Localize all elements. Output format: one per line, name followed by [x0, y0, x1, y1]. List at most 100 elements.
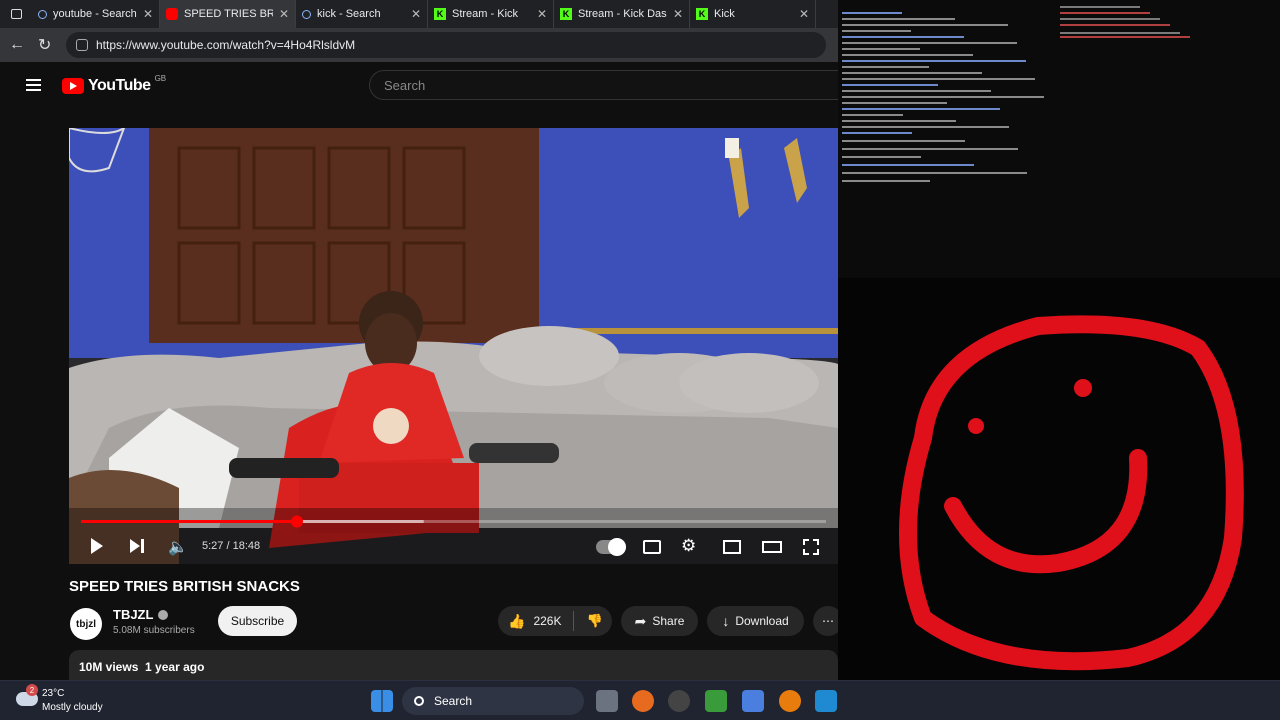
smiley-stream-frame — [838, 278, 1280, 680]
video-player[interactable] — [69, 128, 838, 564]
minecraft-icon[interactable] — [705, 690, 727, 712]
download-icon: ↓ — [722, 613, 730, 629]
windows-start-icon[interactable] — [371, 690, 393, 712]
chat-line — [842, 172, 1027, 174]
wooden-door — [149, 128, 539, 343]
chat-line — [842, 30, 911, 32]
channel-name[interactable]: TBJZL — [113, 607, 169, 622]
next-icon[interactable] — [130, 539, 140, 553]
chat-line — [842, 108, 1000, 110]
tab-close-icon[interactable]: ✕ — [673, 7, 683, 21]
theater-mode-icon[interactable] — [762, 541, 782, 553]
dislike-button[interactable]: 👎 — [574, 613, 602, 629]
youtube-page: YouTube GB Search 🔈 5:27 / 18:48 ⚙ SPEED… — [0, 62, 838, 680]
firefox-icon[interactable] — [632, 690, 654, 712]
tab-close-icon[interactable]: ✕ — [799, 7, 809, 21]
task-view-icon[interactable] — [596, 690, 618, 712]
browser-tab-bar: youtube - Search✕SPEED TRIES BRIT✕kick -… — [0, 0, 838, 28]
chat-line — [842, 102, 947, 104]
browser-tab[interactable]: SPEED TRIES BRIT ✕ — [160, 0, 296, 28]
subscribe-button[interactable]: Subscribe — [218, 606, 297, 636]
blender-icon[interactable] — [779, 690, 801, 712]
tab-close-icon[interactable]: ✕ — [279, 7, 289, 21]
like-dislike-group: 👍 226K 👎 — [498, 606, 612, 636]
menu-icon[interactable] — [26, 79, 41, 91]
chat-line — [842, 90, 991, 92]
smiley-drawing — [899, 315, 1244, 671]
video-frame — [69, 128, 838, 564]
tab-title: Stream - Kick — [452, 8, 519, 20]
url-field[interactable]: https://www.youtube.com/watch?v=4Ho4Rlsl… — [66, 32, 826, 58]
chat-line — [1060, 6, 1140, 8]
more-actions-button[interactable]: ⋯ — [813, 606, 838, 636]
weather-widget[interactable]: 2 23°C Mostly cloudy — [16, 684, 126, 718]
vscode-icon[interactable] — [815, 690, 837, 712]
tab-title: Stream - Kick Das — [578, 8, 667, 20]
autoplay-toggle-icon[interactable] — [596, 538, 626, 556]
progress-played — [81, 520, 297, 523]
youtube-logo-text: YouTube — [88, 77, 151, 94]
chat-line — [1060, 24, 1170, 26]
volume-icon[interactable]: 🔈 — [168, 537, 188, 557]
share-label: Share — [652, 614, 685, 628]
chat-line — [842, 180, 930, 182]
tab-close-icon[interactable]: ✕ — [411, 7, 421, 21]
kick-icon: K — [696, 8, 708, 20]
youtube-play-logo-icon — [62, 78, 84, 94]
chat-line — [842, 36, 964, 38]
tab-close-icon[interactable]: ✕ — [537, 7, 547, 21]
fullscreen-icon[interactable] — [803, 539, 819, 555]
play-icon[interactable] — [91, 538, 103, 554]
player-controls: 🔈 5:27 / 18:48 ⚙ — [69, 514, 838, 564]
chat-line — [842, 54, 973, 56]
chat-line — [842, 156, 921, 158]
search-icon — [38, 9, 47, 19]
tab-title: SPEED TRIES BRIT — [184, 8, 273, 20]
like-button[interactable]: 👍 226K — [498, 611, 575, 631]
description-box[interactable]: 10M views 1 year ago — [69, 650, 838, 680]
back-icon[interactable]: ← — [9, 36, 25, 54]
youtube-logo[interactable]: YouTube GB — [62, 73, 167, 95]
chat-log-lines — [842, 6, 1190, 182]
thumbs-down-icon: 👎 — [586, 613, 603, 628]
site-info-icon[interactable] — [76, 39, 88, 51]
youtube-icon — [166, 8, 178, 20]
download-button[interactable]: ↓ Download — [707, 606, 804, 636]
settings-gear-icon[interactable]: ⚙ — [681, 536, 696, 556]
weather-badge: 2 — [26, 684, 38, 696]
taskbar-search-label: Search — [434, 694, 473, 708]
tab-overview-icon — [10, 9, 22, 19]
region-code: GB — [154, 73, 167, 83]
channel-name-text: TBJZL — [113, 607, 154, 622]
obs-icon[interactable] — [668, 690, 690, 712]
chat-line — [842, 66, 929, 68]
browser-tab[interactable]: youtube - Search ✕ — [32, 0, 160, 28]
tab-close-icon[interactable]: ✕ — [143, 7, 153, 21]
miniplayer-icon[interactable] — [723, 540, 741, 554]
browser-tab[interactable]: K Stream - Kick ✕ — [428, 0, 554, 28]
tab-title: kick - Search — [317, 8, 381, 20]
chat-line — [842, 84, 938, 86]
reload-icon[interactable]: ↻ — [38, 35, 51, 55]
channel-avatar[interactable]: tbjzl — [70, 608, 102, 640]
browser-tab[interactable]: kick - Search ✕ — [296, 0, 428, 28]
chat-line — [842, 48, 920, 50]
share-button[interactable]: ➦ Share — [621, 606, 698, 636]
chat-line — [842, 60, 1026, 62]
browser-tab[interactable]: K Kick ✕ — [690, 0, 816, 28]
chat-line — [842, 96, 1044, 98]
time-display: 5:27 / 18:48 — [202, 540, 261, 552]
subtitles-icon[interactable] — [643, 540, 661, 554]
video-title: SPEED TRIES BRITISH SNACKS — [69, 578, 300, 595]
search-input[interactable]: Search — [369, 70, 838, 100]
chat-line — [842, 126, 1009, 128]
app-blue-icon[interactable] — [742, 690, 764, 712]
browser-tab[interactable]: K Stream - Kick Das ✕ — [554, 0, 690, 28]
chat-line — [842, 120, 956, 122]
tab-overview-button[interactable] — [0, 0, 32, 28]
chat-line — [1060, 12, 1150, 14]
taskbar-search[interactable]: Search — [402, 687, 584, 715]
url-text: https://www.youtube.com/watch?v=4Ho4Rlsl… — [96, 38, 356, 52]
chat-line — [842, 164, 974, 166]
chat-line — [842, 24, 1008, 26]
